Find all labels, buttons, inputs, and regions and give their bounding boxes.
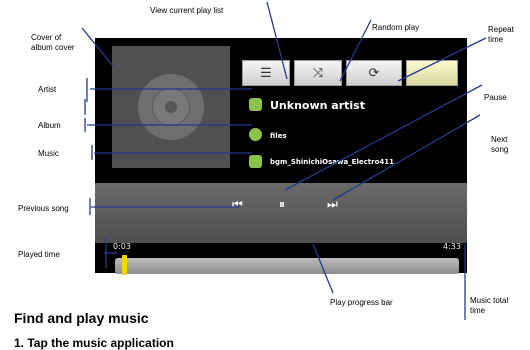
label-random-play: Random play [372,23,420,32]
label-previous-song: Previous song [18,204,69,213]
callout-lines [81,1,487,320]
label-progress-bar: Play progress bar [330,298,393,307]
label-album: Album [38,121,61,130]
label-cover: Cover of album cover [31,33,75,52]
label-artist: Artist [38,85,57,94]
label-view-playlist: View current play list [150,6,224,15]
label-next-song: Next song [491,135,509,154]
label-music-total-time: Music total time [470,296,509,315]
label-music: Music [38,149,59,158]
instruction-text: 1. Tap the music application [14,336,174,350]
label-pause: Pause [484,93,507,102]
label-repeat-time: Repeat time [488,25,514,44]
section-heading: Find and play music [14,310,149,326]
label-played-time: Played time [18,250,60,259]
